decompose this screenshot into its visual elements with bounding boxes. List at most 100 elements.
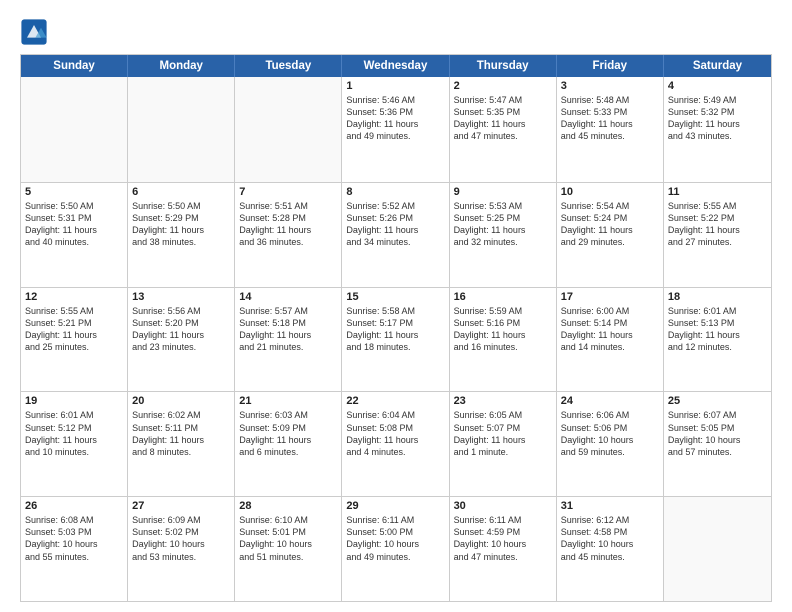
day-number: 26 [25, 500, 123, 512]
calendar-row-1: 1Sunrise: 5:46 AM Sunset: 5:36 PM Daylig… [21, 77, 771, 182]
day-cell-31: 31 Sunrise: 6:12 AM Sunset: 4:58 PM Dayli… [557, 497, 664, 601]
calendar-header: SundayMondayTuesdayWednesdayThursdayFrid… [21, 55, 771, 77]
calendar-row-3: 12Sunrise: 5:55 AM Sunset: 5:21 PM Dayli… [21, 287, 771, 392]
calendar-row-4: 19 Sunrise: 6:01 AM Sunset: 5:12 PM Dayli… [21, 391, 771, 496]
day-cell-5: 5 Sunrise: 5:50 AM Sunset: 5:31 PM Daylig… [21, 183, 128, 287]
day-info: Sunrise: 6:05 AM Sunset: 5:07 PM Dayligh… [454, 409, 552, 458]
day-number: 19 [25, 395, 123, 407]
day-number: 7 [239, 186, 337, 198]
day-cell-3: 3 Sunrise: 5:48 AM Sunset: 5:33 PM Daylig… [557, 77, 664, 182]
day-info: Sunrise: 6:03 AM Sunset: 5:09 PM Dayligh… [239, 409, 337, 458]
day-info: Sunrise: 5:50 AM Sunset: 5:31 PM Dayligh… [25, 200, 123, 249]
day-number: 3 [561, 80, 659, 92]
day-cell-22: 22 Sunrise: 6:04 AM Sunset: 5:08 PM Dayli… [342, 392, 449, 496]
day-number: 14 [239, 291, 337, 303]
day-cell-4: 4 Sunrise: 5:49 AM Sunset: 5:32 PM Daylig… [664, 77, 771, 182]
calendar-row-5: 26Sunrise: 6:08 AM Sunset: 5:03 PM Dayli… [21, 496, 771, 601]
day-info: Sunrise: 6:02 AM Sunset: 5:11 PM Dayligh… [132, 409, 230, 458]
logo-icon [20, 18, 48, 46]
day-number: 27 [132, 500, 230, 512]
header-day-monday: Monday [128, 55, 235, 77]
day-cell-9: 9Sunrise: 5:53 AM Sunset: 5:25 PM Daylig… [450, 183, 557, 287]
day-info: Sunrise: 6:04 AM Sunset: 5:08 PM Dayligh… [346, 409, 444, 458]
day-info: Sunrise: 5:48 AM Sunset: 5:33 PM Dayligh… [561, 94, 659, 143]
day-cell-23: 23 Sunrise: 6:05 AM Sunset: 5:07 PM Dayli… [450, 392, 557, 496]
day-number: 20 [132, 395, 230, 407]
day-info: Sunrise: 5:51 AM Sunset: 5:28 PM Dayligh… [239, 200, 337, 249]
day-number: 2 [454, 80, 552, 92]
day-number: 8 [346, 186, 444, 198]
day-number: 15 [346, 291, 444, 303]
day-cell-29: 29 Sunrise: 6:11 AM Sunset: 5:00 PM Dayli… [342, 497, 449, 601]
day-info: Sunrise: 6:10 AM Sunset: 5:01 PM Dayligh… [239, 514, 337, 563]
day-number: 10 [561, 186, 659, 198]
day-cell-17: 17 Sunrise: 6:00 AM Sunset: 5:14 PM Dayli… [557, 288, 664, 392]
day-cell-10: 10 Sunrise: 5:54 AM Sunset: 5:24 PM Dayli… [557, 183, 664, 287]
day-info: Sunrise: 5:49 AM Sunset: 5:32 PM Dayligh… [668, 94, 767, 143]
day-info: Sunrise: 5:57 AM Sunset: 5:18 PM Dayligh… [239, 305, 337, 354]
day-number: 29 [346, 500, 444, 512]
header-day-tuesday: Tuesday [235, 55, 342, 77]
day-cell-27: 27 Sunrise: 6:09 AM Sunset: 5:02 PM Dayli… [128, 497, 235, 601]
day-number: 23 [454, 395, 552, 407]
day-cell-7: 7 Sunrise: 5:51 AM Sunset: 5:28 PM Daylig… [235, 183, 342, 287]
logo [20, 18, 52, 46]
day-info: Sunrise: 5:47 AM Sunset: 5:35 PM Dayligh… [454, 94, 552, 143]
day-info: Sunrise: 6:06 AM Sunset: 5:06 PM Dayligh… [561, 409, 659, 458]
header-day-sunday: Sunday [21, 55, 128, 77]
day-number: 24 [561, 395, 659, 407]
day-cell-12: 12Sunrise: 5:55 AM Sunset: 5:21 PM Dayli… [21, 288, 128, 392]
day-cell-13: 13Sunrise: 5:56 AM Sunset: 5:20 PM Dayli… [128, 288, 235, 392]
day-cell-20: 20 Sunrise: 6:02 AM Sunset: 5:11 PM Dayli… [128, 392, 235, 496]
day-cell-15: 15 Sunrise: 5:58 AM Sunset: 5:17 PM Dayli… [342, 288, 449, 392]
day-cell-2: 2 Sunrise: 5:47 AM Sunset: 5:35 PM Daylig… [450, 77, 557, 182]
day-info: Sunrise: 6:11 AM Sunset: 4:59 PM Dayligh… [454, 514, 552, 563]
day-info: Sunrise: 6:00 AM Sunset: 5:14 PM Dayligh… [561, 305, 659, 354]
day-cell-18: 18 Sunrise: 6:01 AM Sunset: 5:13 PM Dayli… [664, 288, 771, 392]
day-cell-14: 14 Sunrise: 5:57 AM Sunset: 5:18 PM Dayli… [235, 288, 342, 392]
day-cell-19: 19 Sunrise: 6:01 AM Sunset: 5:12 PM Dayli… [21, 392, 128, 496]
day-info: Sunrise: 5:58 AM Sunset: 5:17 PM Dayligh… [346, 305, 444, 354]
day-info: Sunrise: 5:56 AM Sunset: 5:20 PM Dayligh… [132, 305, 230, 354]
day-number: 31 [561, 500, 659, 512]
day-info: Sunrise: 5:52 AM Sunset: 5:26 PM Dayligh… [346, 200, 444, 249]
empty-cell [21, 77, 128, 182]
day-info: Sunrise: 6:11 AM Sunset: 5:00 PM Dayligh… [346, 514, 444, 563]
day-info: Sunrise: 6:01 AM Sunset: 5:12 PM Dayligh… [25, 409, 123, 458]
calendar-body: 1Sunrise: 5:46 AM Sunset: 5:36 PM Daylig… [21, 77, 771, 601]
day-cell-11: 11Sunrise: 5:55 AM Sunset: 5:22 PM Dayli… [664, 183, 771, 287]
day-number: 4 [668, 80, 767, 92]
day-number: 30 [454, 500, 552, 512]
day-cell-6: 6 Sunrise: 5:50 AM Sunset: 5:29 PM Daylig… [128, 183, 235, 287]
header [20, 18, 772, 46]
day-info: Sunrise: 6:12 AM Sunset: 4:58 PM Dayligh… [561, 514, 659, 563]
day-cell-21: 21Sunrise: 6:03 AM Sunset: 5:09 PM Dayli… [235, 392, 342, 496]
day-info: Sunrise: 6:09 AM Sunset: 5:02 PM Dayligh… [132, 514, 230, 563]
day-number: 1 [346, 80, 444, 92]
day-number: 28 [239, 500, 337, 512]
calendar-row-2: 5 Sunrise: 5:50 AM Sunset: 5:31 PM Daylig… [21, 182, 771, 287]
day-cell-25: 25 Sunrise: 6:07 AM Sunset: 5:05 PM Dayli… [664, 392, 771, 496]
day-number: 5 [25, 186, 123, 198]
day-info: Sunrise: 5:55 AM Sunset: 5:22 PM Dayligh… [668, 200, 767, 249]
day-info: Sunrise: 5:50 AM Sunset: 5:29 PM Dayligh… [132, 200, 230, 249]
day-number: 22 [346, 395, 444, 407]
day-cell-30: 30 Sunrise: 6:11 AM Sunset: 4:59 PM Dayli… [450, 497, 557, 601]
empty-cell [664, 497, 771, 601]
header-day-saturday: Saturday [664, 55, 771, 77]
header-day-friday: Friday [557, 55, 664, 77]
header-day-thursday: Thursday [450, 55, 557, 77]
day-info: Sunrise: 5:54 AM Sunset: 5:24 PM Dayligh… [561, 200, 659, 249]
day-cell-1: 1Sunrise: 5:46 AM Sunset: 5:36 PM Daylig… [342, 77, 449, 182]
day-info: Sunrise: 6:01 AM Sunset: 5:13 PM Dayligh… [668, 305, 767, 354]
page: SundayMondayTuesdayWednesdayThursdayFrid… [0, 0, 792, 612]
header-day-wednesday: Wednesday [342, 55, 449, 77]
day-cell-26: 26Sunrise: 6:08 AM Sunset: 5:03 PM Dayli… [21, 497, 128, 601]
day-info: Sunrise: 5:53 AM Sunset: 5:25 PM Dayligh… [454, 200, 552, 249]
day-number: 25 [668, 395, 767, 407]
day-number: 6 [132, 186, 230, 198]
day-number: 18 [668, 291, 767, 303]
day-number: 12 [25, 291, 123, 303]
day-info: Sunrise: 6:07 AM Sunset: 5:05 PM Dayligh… [668, 409, 767, 458]
day-number: 17 [561, 291, 659, 303]
